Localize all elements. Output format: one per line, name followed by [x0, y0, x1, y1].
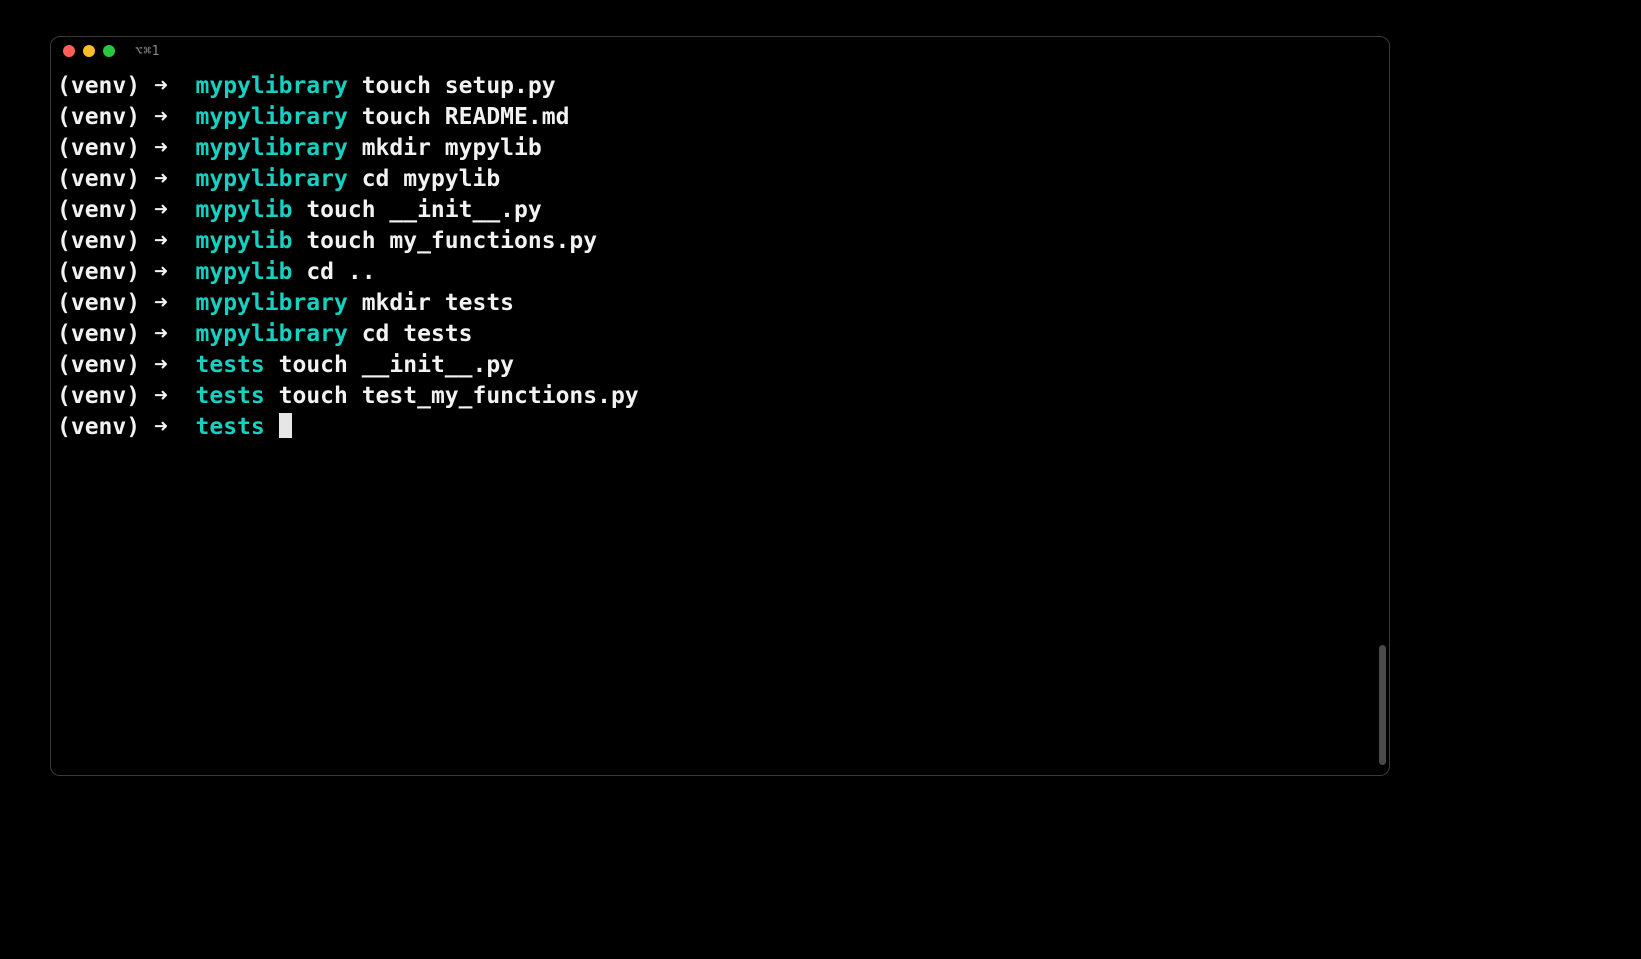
venv-label: (venv) [57, 104, 140, 130]
venv-label: (venv) [57, 166, 140, 192]
cwd: mypylib [196, 197, 293, 223]
terminal-line: (venv) ➜ mypylibrary cd mypylib [57, 164, 1383, 195]
command-text: mkdir mypylib [362, 135, 542, 161]
cwd: mypylibrary [196, 73, 348, 99]
command-text: touch __init__.py [279, 352, 514, 378]
window-title: ⌥⌘1 [135, 44, 160, 59]
terminal-line: (venv) ➜ mypylibrary touch README.md [57, 102, 1383, 133]
command-text: cd .. [306, 259, 375, 285]
venv-label: (venv) [57, 352, 140, 378]
venv-label: (venv) [57, 259, 140, 285]
venv-label: (venv) [57, 135, 140, 161]
prompt-arrow-icon: ➜ [154, 197, 168, 223]
cwd: mypylib [196, 259, 293, 285]
terminal-body[interactable]: (venv) ➜ mypylibrary touch setup.py (ven… [51, 65, 1389, 775]
cwd: mypylibrary [196, 321, 348, 347]
prompt-arrow-icon: ➜ [154, 73, 168, 99]
terminal-current-line[interactable]: (venv) ➜ tests [57, 412, 1383, 443]
cursor-icon [279, 413, 292, 438]
prompt-arrow-icon: ➜ [154, 259, 168, 285]
cwd: tests [196, 352, 265, 378]
command-text: touch my_functions.py [306, 228, 597, 254]
command-text: touch __init__.py [306, 197, 541, 223]
prompt-arrow-icon: ➜ [154, 228, 168, 254]
terminal-line: (venv) ➜ mypylibrary mkdir tests [57, 288, 1383, 319]
prompt-arrow-icon: ➜ [154, 321, 168, 347]
terminal-line: (venv) ➜ mypylib touch __init__.py [57, 195, 1383, 226]
cwd: tests [196, 383, 265, 409]
cwd: mypylibrary [196, 166, 348, 192]
command-text: touch test_my_functions.py [279, 383, 639, 409]
command-text: mkdir tests [362, 290, 514, 316]
command-text: touch setup.py [362, 73, 556, 99]
terminal-line: (venv) ➜ mypylibrary cd tests [57, 319, 1383, 350]
prompt-arrow-icon: ➜ [154, 352, 168, 378]
prompt-arrow-icon: ➜ [154, 290, 168, 316]
venv-label: (venv) [57, 197, 140, 223]
cwd: mypylibrary [196, 135, 348, 161]
prompt-arrow-icon: ➜ [154, 104, 168, 130]
title-bar: ⌥⌘1 [51, 37, 1389, 65]
prompt-arrow-icon: ➜ [154, 135, 168, 161]
zoom-icon[interactable] [103, 45, 115, 57]
venv-label: (venv) [57, 414, 140, 440]
terminal-line: (venv) ➜ mypylibrary mkdir mypylib [57, 133, 1383, 164]
venv-label: (venv) [57, 228, 140, 254]
close-icon[interactable] [63, 45, 75, 57]
cwd: mypylibrary [196, 104, 348, 130]
terminal-window: ⌥⌘1 (venv) ➜ mypylibrary touch setup.py … [50, 36, 1390, 776]
terminal-line: (venv) ➜ mypylibrary touch setup.py [57, 71, 1383, 102]
command-text: cd mypylib [362, 166, 500, 192]
venv-label: (venv) [57, 73, 140, 99]
venv-label: (venv) [57, 290, 140, 316]
terminal-line: (venv) ➜ tests touch test_my_functions.p… [57, 381, 1383, 412]
command-text: cd tests [362, 321, 473, 347]
venv-label: (venv) [57, 321, 140, 347]
prompt-arrow-icon: ➜ [154, 166, 168, 192]
cwd: mypylib [196, 228, 293, 254]
cwd: mypylibrary [196, 290, 348, 316]
prompt-arrow-icon: ➜ [154, 383, 168, 409]
terminal-line: (venv) ➜ mypylib cd .. [57, 257, 1383, 288]
command-text: touch README.md [362, 104, 570, 130]
terminal-line: (venv) ➜ tests touch __init__.py [57, 350, 1383, 381]
prompt-arrow-icon: ➜ [154, 414, 168, 440]
venv-label: (venv) [57, 383, 140, 409]
terminal-line: (venv) ➜ mypylib touch my_functions.py [57, 226, 1383, 257]
scrollbar[interactable] [1379, 645, 1386, 765]
minimize-icon[interactable] [83, 45, 95, 57]
cwd: tests [196, 414, 265, 440]
